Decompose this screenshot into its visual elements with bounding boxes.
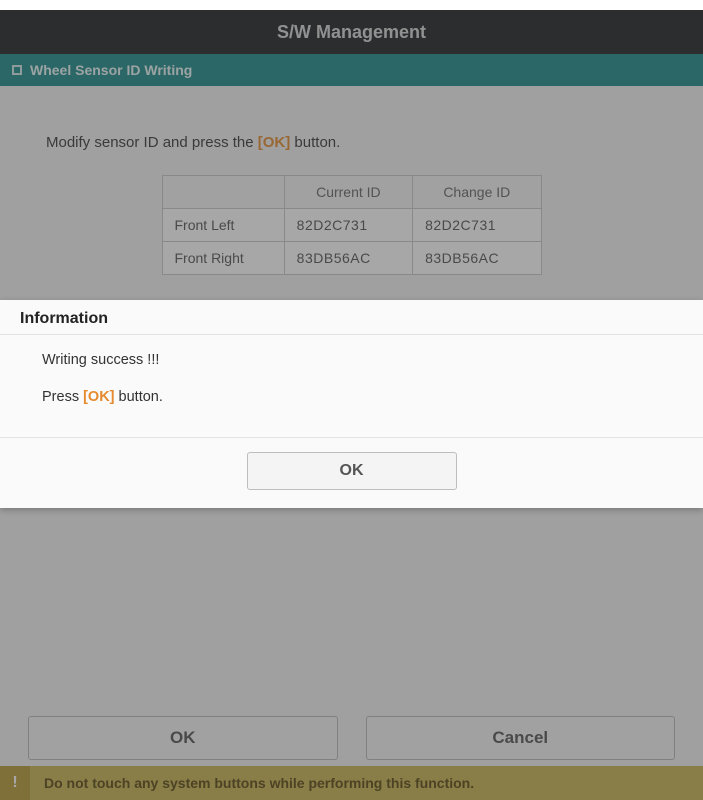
modal-body: Writing success !!! Press [OK] button. [0, 335, 703, 438]
modal-title: Information [0, 300, 703, 335]
modal-ok-button[interactable]: OK [247, 452, 457, 490]
app-root: S/W Management Wheel Sensor ID Writing M… [0, 10, 703, 800]
modal-ok-inline: [OK] [83, 389, 114, 405]
modal-line2: Press [OK] button. [42, 386, 683, 409]
modal-footer: OK [0, 438, 703, 508]
modal-line1: Writing success !!! [42, 349, 683, 372]
information-modal: Information Writing success !!! Press [O… [0, 300, 703, 508]
modal-line2-suffix: button. [115, 389, 163, 405]
modal-line2-prefix: Press [42, 389, 83, 405]
